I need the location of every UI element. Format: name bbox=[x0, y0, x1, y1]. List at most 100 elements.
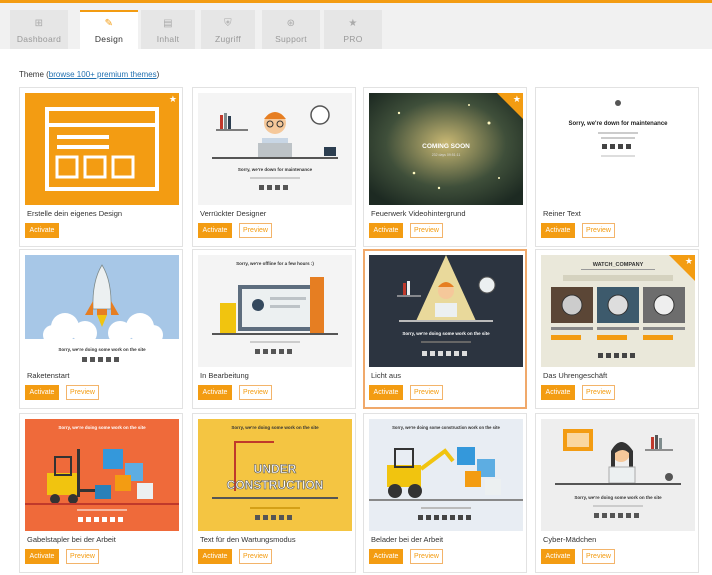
tab-bar: ⊞ Dashboard ✎ Design ▤ Inhalt ⛨ Zugriff ⊛ Support… bbox=[0, 3, 712, 49]
theme-thumbnail[interactable]: Sorry, we're doing some work on the site bbox=[541, 419, 695, 531]
brush-icon: ✎ bbox=[104, 18, 114, 29]
tab-zugriff[interactable]: ⛨ Zugriff bbox=[201, 10, 255, 49]
theme-card-fireworks[interactable]: COMING SOON 232 days 09:51:11 ★ Feuerwerk … bbox=[363, 87, 527, 247]
theme-name: In Bearbeitung bbox=[200, 371, 249, 380]
theme-thumbnail[interactable]: Sorry, we're down for maintenance bbox=[198, 93, 352, 205]
preview-button[interactable]: Preview bbox=[582, 385, 615, 400]
theme-thumbnail[interactable]: ★ bbox=[25, 93, 179, 205]
theme-card-underconstruction[interactable]: Sorry, we're doing some work on the site… bbox=[192, 413, 356, 573]
lifebuoy-icon: ⊛ bbox=[286, 18, 296, 29]
activate-button[interactable]: Activate bbox=[541, 385, 575, 400]
preview-button[interactable]: Preview bbox=[239, 385, 272, 400]
tab-label: PRO bbox=[343, 34, 363, 44]
preview-button[interactable]: Preview bbox=[582, 549, 615, 564]
tab-design[interactable]: ✎ Design bbox=[80, 10, 138, 49]
svg-text:Sorry, we're doing some work o: Sorry, we're doing some work on the site bbox=[574, 495, 662, 500]
svg-text:UNDER: UNDER bbox=[254, 462, 297, 476]
theme-preview-image: Sorry, we're doing some work on the site bbox=[25, 419, 179, 531]
theme-thumbnail[interactable]: Sorry, we're doing some construction wor… bbox=[369, 419, 523, 531]
theme-preview-image: Sorry, we're doing some construction wor… bbox=[369, 419, 523, 531]
theme-card-designer[interactable]: Sorry, we're down for maintenance Verrüc… bbox=[192, 87, 356, 247]
preview-button[interactable]: Preview bbox=[239, 549, 272, 564]
activate-button[interactable]: Activate bbox=[25, 385, 59, 400]
theme-preview-image: Sorry, we're offline for a few hours :) bbox=[198, 255, 352, 367]
theme-card-rocket[interactable]: Sorry, we're doing some work on the site… bbox=[19, 249, 183, 409]
theme-card-cybergirl[interactable]: Sorry, we're doing some work on the site… bbox=[535, 413, 699, 573]
theme-thumbnail[interactable]: COMING SOON 232 days 09:51:11 ★ bbox=[369, 93, 523, 205]
theme-thumbnail[interactable]: WATCH_COMPANY ★ bbox=[541, 255, 695, 367]
theme-card-loader[interactable]: Sorry, we're doing some construction wor… bbox=[363, 413, 527, 573]
svg-text:232 days 09:51:11: 232 days 09:51:11 bbox=[432, 153, 461, 157]
svg-text:Sorry, we're down for maintena: Sorry, we're down for maintenance bbox=[238, 167, 313, 172]
theme-thumbnail[interactable]: Sorry, we're doing some work on the site bbox=[369, 255, 523, 367]
premium-themes-link[interactable]: browse 100+ premium themes bbox=[49, 70, 157, 79]
theme-header: Theme (browse 100+ premium themes) bbox=[19, 70, 160, 79]
preview-button[interactable]: Preview bbox=[410, 223, 443, 238]
star-icon: ★ bbox=[684, 256, 693, 266]
theme-name: Erstelle dein eigenes Design bbox=[27, 209, 123, 218]
theme-thumbnail[interactable]: Sorry, we're down for maintenance bbox=[541, 93, 695, 205]
theme-thumbnail[interactable]: Sorry, we're doing some work on the site bbox=[25, 255, 179, 367]
theme-card-watch[interactable]: WATCH_COMPANY ★ Das Uhrengeschäft Activate… bbox=[535, 249, 699, 409]
theme-card-construction[interactable]: Sorry, we're offline for a few hours :) … bbox=[192, 249, 356, 409]
tab-label: Zugriff bbox=[214, 34, 242, 44]
document-icon: ▤ bbox=[163, 18, 173, 29]
theme-name: Belader bei der Arbeit bbox=[371, 535, 444, 544]
svg-text:Sorry, we're doing some constr: Sorry, we're doing some construction wor… bbox=[392, 425, 500, 430]
theme-card-forklift[interactable]: Sorry, we're doing some work on the site… bbox=[19, 413, 183, 573]
theme-card-text[interactable]: Sorry, we're down for maintenance Reiner… bbox=[535, 87, 699, 247]
theme-preview-image: Sorry, we're down for maintenance bbox=[198, 93, 352, 205]
activate-button[interactable]: Activate bbox=[25, 223, 59, 238]
activate-button[interactable]: Activate bbox=[541, 549, 575, 564]
activate-button[interactable]: Activate bbox=[369, 385, 403, 400]
activate-button[interactable]: Activate bbox=[541, 223, 575, 238]
tab-support[interactable]: ⊛ Support bbox=[262, 10, 320, 49]
activate-button[interactable]: Activate bbox=[25, 549, 59, 564]
activate-button[interactable]: Activate bbox=[198, 549, 232, 564]
tab-pro[interactable]: ★ PRO bbox=[324, 10, 382, 49]
theme-preview-image: Sorry, we're doing some work on the site bbox=[541, 419, 695, 531]
preview-button[interactable]: Preview bbox=[410, 385, 443, 400]
tab-label: Support bbox=[275, 34, 307, 44]
preview-button[interactable]: Preview bbox=[582, 223, 615, 238]
activate-button[interactable]: Activate bbox=[198, 223, 232, 238]
theme-name: Cyber-Mädchen bbox=[543, 535, 597, 544]
theme-name: Licht aus bbox=[371, 371, 402, 380]
activate-button[interactable]: Activate bbox=[369, 223, 403, 238]
tab-dashboard[interactable]: ⊞ Dashboard bbox=[10, 10, 68, 49]
preview-button[interactable]: Preview bbox=[66, 385, 99, 400]
svg-text:Sorry, we're doing some work o: Sorry, we're doing some work on the site bbox=[402, 331, 490, 336]
theme-thumbnail[interactable]: Sorry, we're doing some work on the site… bbox=[198, 419, 352, 531]
svg-text:COMING SOON: COMING SOON bbox=[422, 143, 470, 150]
svg-text:Sorry, we're doing some work o: Sorry, we're doing some work on the site bbox=[231, 425, 319, 430]
theme-label: Theme bbox=[19, 70, 44, 79]
theme-thumbnail[interactable]: Sorry, we're doing some work on the site bbox=[25, 419, 179, 531]
theme-name: Das Uhrengeschäft bbox=[543, 371, 608, 380]
svg-text:Sorry, we're down for maintena: Sorry, we're down for maintenance bbox=[568, 121, 668, 127]
activate-button[interactable]: Activate bbox=[369, 549, 403, 564]
tab-label: Inhalt bbox=[156, 34, 180, 44]
svg-text:Sorry, we're doing some work o: Sorry, we're doing some work on the site bbox=[58, 425, 146, 430]
preview-button[interactable]: Preview bbox=[66, 549, 99, 564]
theme-name: Text für den Wartungsmodus bbox=[200, 535, 296, 544]
design-panel: Theme (browse 100+ premium themes) ★ Erst… bbox=[0, 49, 712, 575]
theme-preview-image: Sorry, we're doing some work on the site bbox=[25, 255, 179, 367]
star-icon: ★ bbox=[348, 18, 358, 29]
svg-text:Sorry, we're doing some work o: Sorry, we're doing some work on the site bbox=[58, 347, 146, 352]
theme-thumbnail[interactable]: Sorry, we're offline for a few hours :) bbox=[198, 255, 352, 367]
theme-card-builder[interactable]: ★ Erstelle dein eigenes Design Activate bbox=[19, 87, 183, 247]
activate-button[interactable]: Activate bbox=[198, 385, 232, 400]
shield-icon: ⛨ bbox=[224, 18, 232, 29]
theme-name: Verrückter Designer bbox=[200, 209, 267, 218]
preview-button[interactable]: Preview bbox=[410, 549, 443, 564]
svg-text:WATCH_COMPANY: WATCH_COMPANY bbox=[593, 262, 644, 268]
star-icon: ★ bbox=[512, 94, 521, 104]
theme-card-lightsout[interactable]: Sorry, we're doing some work on the site… bbox=[363, 249, 527, 409]
theme-preview-image: Sorry, we're doing some work on the site bbox=[369, 255, 523, 367]
tab-label: Design bbox=[94, 34, 124, 44]
theme-name: Gabelstapler bei der Arbeit bbox=[27, 535, 116, 544]
svg-text:CONSTRUCTION: CONSTRUCTION bbox=[227, 478, 324, 492]
preview-button[interactable]: Preview bbox=[239, 223, 272, 238]
tab-inhalt[interactable]: ▤ Inhalt bbox=[141, 10, 195, 49]
svg-text:Sorry, we're offline for a few: Sorry, we're offline for a few hours :) bbox=[236, 261, 314, 266]
